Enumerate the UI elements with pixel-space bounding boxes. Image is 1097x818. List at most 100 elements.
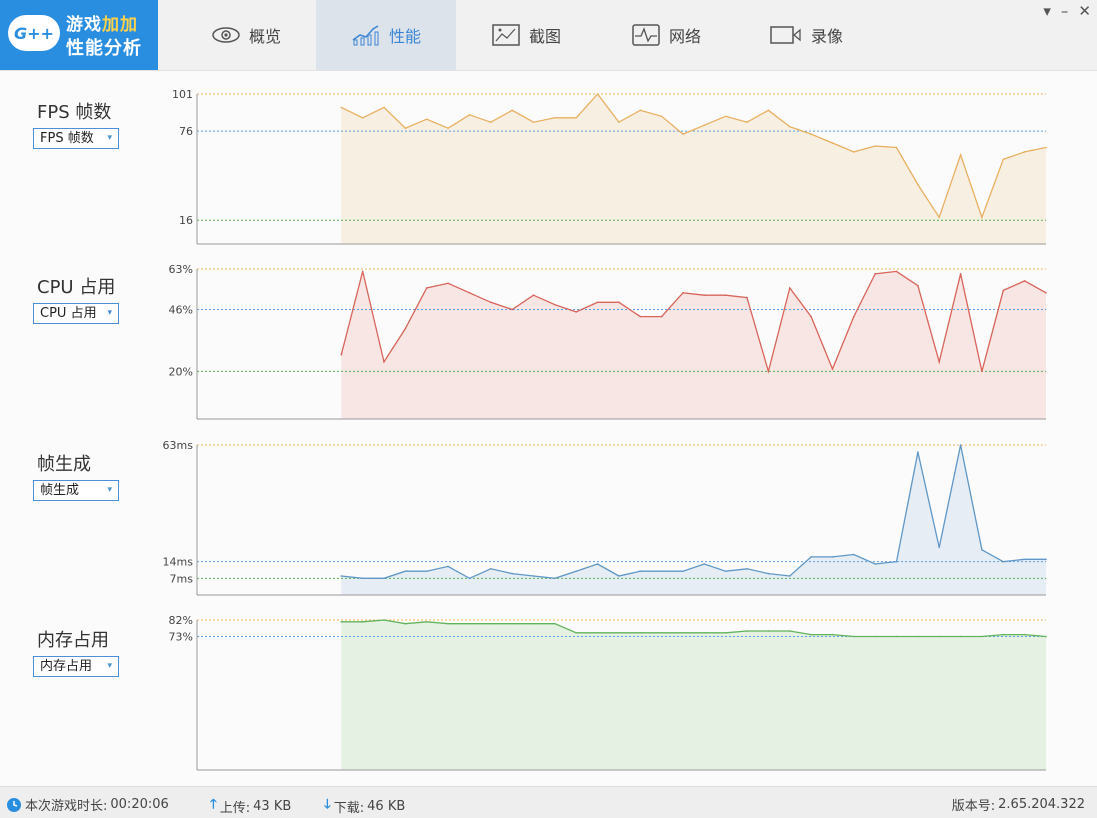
frame_time-point [917, 451, 919, 453]
cpu-point [1045, 292, 1047, 294]
memory-point [1045, 635, 1047, 638]
fps-point [511, 109, 513, 112]
frame_time-point [831, 556, 834, 558]
fps-point [682, 133, 684, 135]
fps-point [853, 151, 855, 153]
upload-stat: 🡑 上传: 43 KB [210, 797, 292, 816]
frame_time-ref-avg-label: 14ms [163, 556, 194, 569]
frame_time-point [959, 444, 962, 446]
frame_time-point [361, 577, 364, 580]
frame_time-area [341, 445, 1046, 595]
cpu-point [575, 311, 577, 313]
frame_time-point [874, 563, 876, 565]
memory-point [959, 635, 962, 638]
cpu-point [447, 282, 449, 285]
fps-area [341, 94, 1046, 244]
cpu-point [831, 368, 834, 370]
cpu-point [468, 292, 471, 294]
fps-point [575, 117, 577, 119]
fps-point [703, 124, 706, 126]
session-duration: 本次游戏时长: 00:20:06 [6, 795, 169, 814]
cpu-point [767, 370, 770, 373]
memory-point [746, 630, 748, 632]
download-stat: 🡓 下载: 46 KB [324, 797, 406, 816]
memory-point [682, 632, 684, 634]
cpu-point [618, 301, 620, 304]
cpu-point [490, 301, 492, 304]
fps-point [383, 106, 385, 109]
frame_time-point [618, 575, 620, 577]
fps-point [789, 125, 791, 128]
cpu-point [660, 315, 663, 318]
download-arrow-icon: 🡓 [324, 797, 331, 812]
cpu-point [724, 294, 727, 297]
version-info: 版本号: 2.65.204.322 [951, 797, 1085, 814]
memory-point [938, 635, 940, 638]
fps-point [746, 121, 748, 123]
frame_time-point [468, 577, 471, 580]
cpu-ref-max-label: 63% [169, 263, 193, 276]
fps-point [895, 146, 898, 149]
frame_time-point [490, 568, 492, 570]
fps-point [361, 117, 364, 119]
memory-point [554, 622, 556, 625]
fps-point [468, 114, 471, 116]
memory-point [340, 621, 343, 623]
status-bar: 本次游戏时长: 00:20:06 🡑 上传: 43 KB 🡓 下载: 46 KB… [0, 786, 1097, 818]
memory-area [341, 620, 1046, 770]
cpu-point [639, 315, 642, 318]
frame_time-point [981, 549, 983, 551]
fps-point [425, 118, 428, 120]
cpu-point [938, 361, 940, 363]
fps-point [618, 121, 620, 123]
memory-point [596, 632, 599, 634]
frame_time-point [810, 556, 812, 558]
memory-point [810, 633, 812, 636]
frame_time-point [575, 570, 577, 572]
fps-point [938, 216, 940, 219]
frame_time-point [1002, 560, 1005, 563]
memory-point [1002, 633, 1005, 636]
frame_time-point [447, 565, 449, 568]
frame_time-point [767, 572, 770, 575]
memory-point [895, 635, 898, 638]
fps-point [959, 154, 962, 156]
memory-point [831, 633, 834, 636]
frame_time-ref-min-label: 7ms [170, 572, 194, 585]
frame_time-ref-max-label: 63ms [163, 439, 194, 452]
cpu-point [959, 273, 962, 275]
memory-point [618, 632, 620, 634]
cpu-point [554, 303, 556, 306]
frame_time-point [340, 575, 343, 577]
memory-point [468, 622, 471, 625]
fps-ref-min-label: 16 [179, 214, 193, 227]
cpu-ref-min-label: 20% [169, 365, 193, 378]
fps-point [1023, 151, 1026, 153]
cpu-point [511, 308, 513, 311]
fps-point [554, 117, 556, 119]
frame_time-point [425, 570, 428, 572]
fps-ref-max-label: 101 [172, 88, 193, 101]
memory-ref-max-label: 82% [169, 614, 193, 627]
frame_time-point [703, 563, 706, 565]
fps-point [724, 115, 727, 118]
performance-charts: 101 76 16 63% 46% 20% 63ms 14ms 7ms 82% 73% [163, 88, 1047, 771]
frame_time-point [682, 570, 684, 572]
fps-point [532, 121, 535, 123]
fps-point [639, 109, 642, 112]
cpu-point [810, 315, 812, 318]
frame_time-point [511, 572, 513, 575]
memory-point [853, 635, 855, 638]
cpu-point [532, 294, 535, 297]
memory-point [490, 622, 492, 625]
memory-point [425, 621, 428, 623]
cpu-ref-avg-label: 46% [169, 303, 193, 316]
memory-point [874, 635, 876, 638]
frame_time-point [895, 560, 898, 563]
cpu-point [789, 287, 791, 289]
cpu-point [682, 292, 684, 294]
cpu-point [340, 353, 343, 356]
frame_time-point [532, 575, 535, 577]
memory-point [447, 622, 449, 625]
cpu-point [917, 284, 919, 287]
